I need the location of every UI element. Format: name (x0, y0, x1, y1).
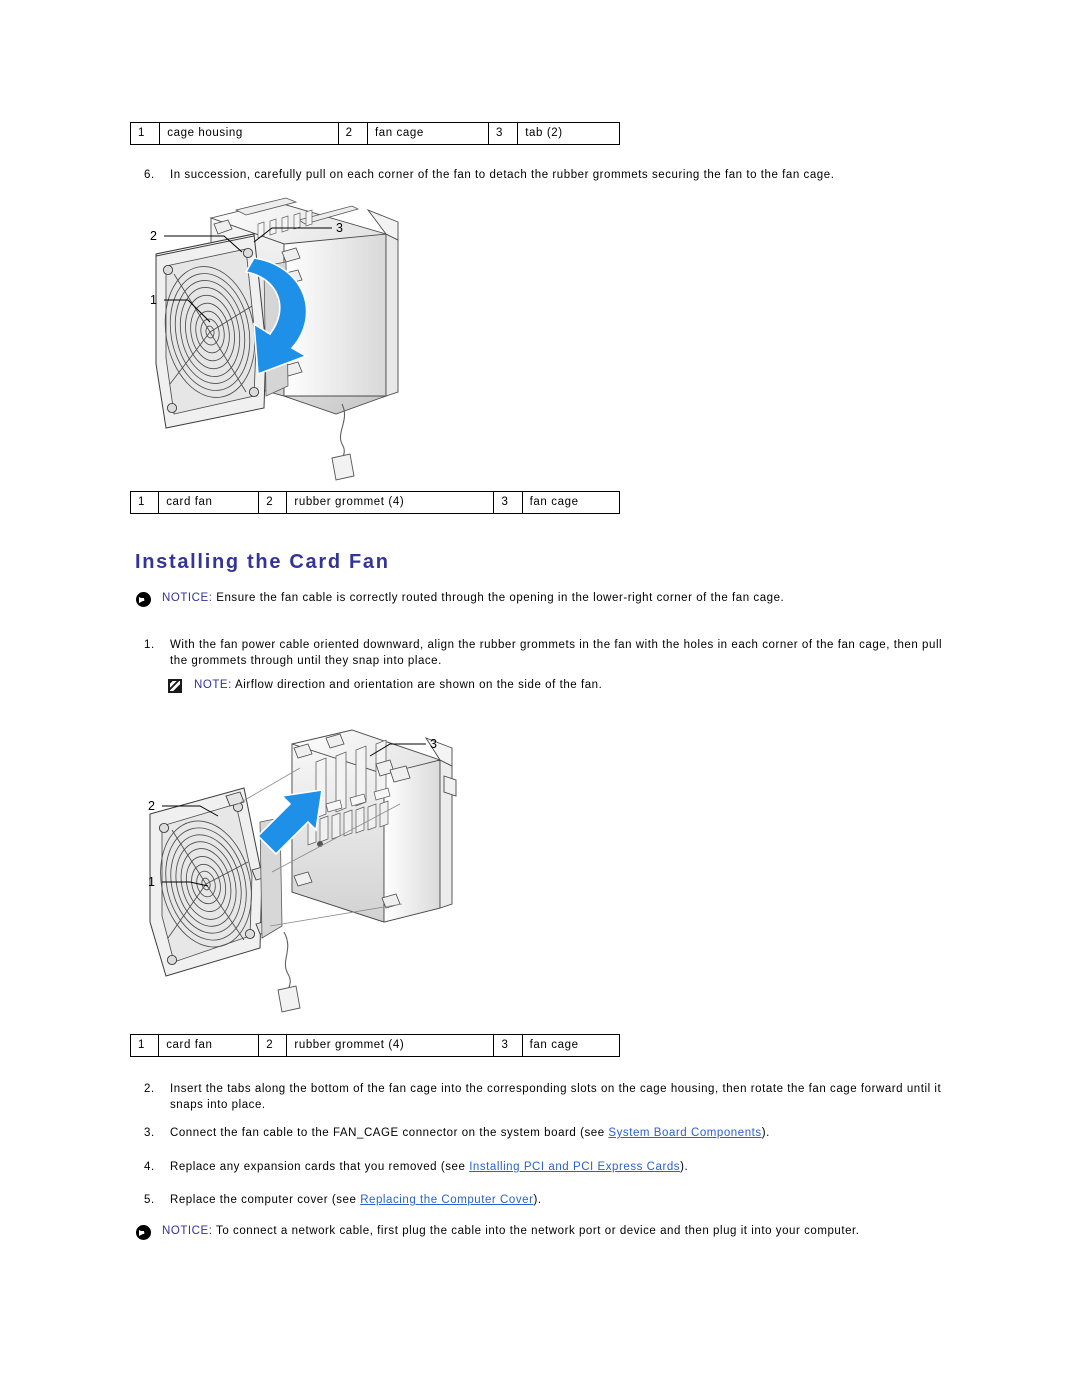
table-row: 1 card fan 2 rubber grommet (4) 3 fan ca… (129, 1034, 621, 1057)
callout-number: 3 (493, 1034, 523, 1057)
callout-number: 2 (258, 1034, 287, 1057)
notice-block-network-cable: NOTICE: To connect a network cable, firs… (136, 1224, 956, 1240)
callout-number: 1 (129, 1034, 159, 1057)
callout-label: fan cage (366, 122, 489, 145)
note-icon (168, 679, 182, 699)
callout-label: rubber grommet (4) (286, 1034, 494, 1057)
step-text-suffix: ). (680, 1161, 689, 1173)
figure-callout-2: 2 (148, 799, 155, 813)
notice-label: NOTICE: (162, 592, 213, 604)
link-installing-pci-and-pci-express-cards[interactable]: Installing PCI and PCI Express Cards (469, 1161, 680, 1173)
notice-icon (136, 1225, 151, 1246)
step-text-prefix: Insert the tabs along the bottom of the … (170, 1083, 942, 1111)
callout-label: rubber grommet (4) (286, 491, 494, 514)
card-fan-removal-illustration: 2 3 1 (136, 196, 436, 486)
step-item: 4. Replace any expansion cards that you … (144, 1160, 944, 1176)
callout-label: tab (2) (517, 122, 620, 145)
callout-number: 3 (487, 122, 518, 145)
step-item: 6. In succession, carefully pull on each… (144, 168, 944, 184)
notice-text: NOTICE: Ensure the fan cable is correctl… (162, 591, 936, 607)
step-text: Connect the fan cable to the FAN_CAGE co… (170, 1126, 944, 1142)
figure-callout-1: 1 (150, 293, 157, 307)
callout-number: 1 (129, 491, 159, 514)
step-text-prefix: Replace the computer cover (see (170, 1194, 361, 1206)
link-system-board-components[interactable]: System Board Components (608, 1127, 761, 1139)
card-fan-installation-illustration: 3 2 1 (140, 726, 480, 1026)
callout-number: 3 (493, 491, 523, 514)
step-item: 1. With the fan power cable oriented dow… (144, 638, 944, 669)
note-label: NOTE: (194, 679, 232, 691)
fan-cage-callout-table: 1 cage housing 2 fan cage 3 tab (2) (129, 122, 620, 145)
figure-callout-1: 1 (148, 875, 155, 889)
note-block-airflow: NOTE: Airflow direction and orientation … (168, 678, 928, 694)
card-fan-removal-callout-table: 1 card fan 2 rubber grommet (4) 3 fan ca… (129, 491, 621, 514)
step-marker: 2. (144, 1083, 155, 1095)
callout-number: 2 (337, 122, 368, 145)
step-item: 2. Insert the tabs along the bottom of t… (144, 1082, 944, 1113)
table-row: 1 cage housing 2 fan cage 3 tab (2) (129, 122, 620, 145)
note-text: NOTE: Airflow direction and orientation … (194, 678, 928, 694)
callout-number: 1 (129, 122, 160, 145)
figure-callout-2: 2 (150, 229, 157, 243)
note-body: Airflow direction and orientation are sh… (231, 679, 603, 691)
step-item: 3. Connect the fan cable to the FAN_CAGE… (144, 1126, 944, 1142)
step-text: Replace any expansion cards that you rem… (170, 1160, 944, 1176)
notice-body: Ensure the fan cable is correctly routed… (212, 592, 785, 604)
link-replacing-the-computer-cover[interactable]: Replacing the Computer Cover (360, 1194, 533, 1206)
step-text: Insert the tabs along the bottom of the … (170, 1082, 944, 1113)
step-text-suffix: ). (533, 1194, 542, 1206)
document-page: 1 cage housing 2 fan cage 3 tab (2) 6. I… (0, 0, 1080, 1397)
step-text: With the fan power cable oriented downwa… (170, 639, 943, 667)
notice-body: To connect a network cable, first plug t… (212, 1225, 860, 1237)
card-fan-install-callout-table: 1 card fan 2 rubber grommet (4) 3 fan ca… (129, 1034, 621, 1057)
step-marker: 6. (144, 169, 155, 181)
figure-callout-3: 3 (336, 221, 343, 235)
step-item: 5. Replace the computer cover (see Repla… (144, 1193, 944, 1209)
callout-label: card fan (158, 1034, 259, 1057)
step-text-suffix: ). (761, 1127, 770, 1139)
step-marker: 1. (144, 639, 155, 651)
notice-label: NOTICE: (162, 1225, 213, 1237)
step-text-prefix: Replace any expansion cards that you rem… (170, 1161, 470, 1173)
notice-text: NOTICE: To connect a network cable, firs… (162, 1224, 956, 1240)
callout-label: fan cage (521, 1034, 621, 1057)
notice-block-fan-cable: NOTICE: Ensure the fan cable is correctl… (136, 591, 936, 607)
page-title: Installing the Card Fan (135, 551, 390, 573)
step-marker: 3. (144, 1127, 155, 1139)
callout-label: fan cage (521, 491, 621, 514)
step-marker: 4. (144, 1161, 155, 1173)
callout-label: cage housing (159, 122, 339, 145)
notice-icon (136, 592, 151, 613)
table-row: 1 card fan 2 rubber grommet (4) 3 fan ca… (129, 491, 621, 514)
step-text-prefix: Connect the fan cable to the FAN_CAGE co… (170, 1127, 609, 1139)
callout-number: 2 (258, 491, 287, 514)
figure-callout-3: 3 (430, 737, 437, 751)
step-text: Replace the computer cover (see Replacin… (170, 1193, 944, 1209)
step-marker: 5. (144, 1194, 155, 1206)
callout-label: card fan (158, 491, 259, 514)
step-text: In succession, carefully pull on each co… (170, 169, 835, 181)
